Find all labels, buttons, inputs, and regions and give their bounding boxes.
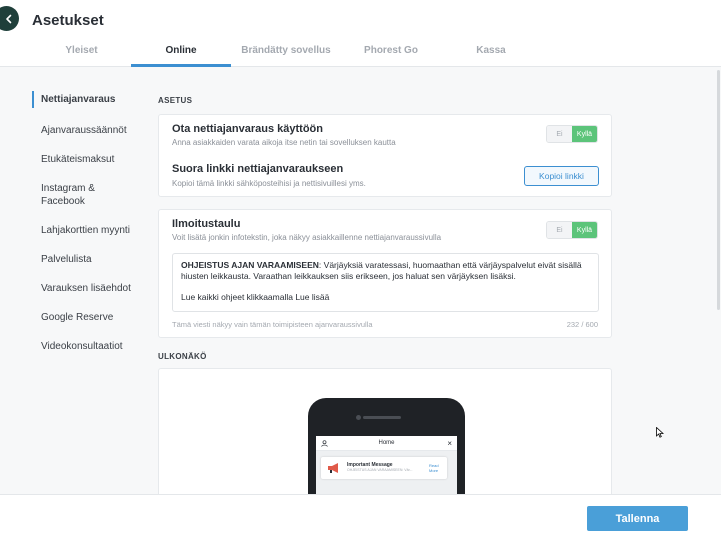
notice-board-subtitle: Voit lisätä jonkin infotekstin, joka näk… (172, 233, 442, 242)
sidebar-item-video-consultations[interactable]: Videokonsultaatiot (32, 340, 147, 353)
notice-text-bold: OHJEISTUS AJAN VARAAMISEEN (181, 260, 319, 270)
notice-board-title: Ilmoitustaulu (172, 218, 241, 230)
tab-online[interactable]: Online (131, 38, 231, 67)
character-counter: 232 / 600 (566, 320, 598, 329)
phone-message-card: Important Message OHJEISTUS AJAN VARAAMI… (321, 457, 447, 479)
direct-link-title: Suora linkki nettiajanvaraukseen (172, 163, 344, 175)
page-scrollbar[interactable] (717, 70, 720, 310)
back-button[interactable] (0, 6, 19, 31)
sidebar-item-online-booking[interactable]: Nettiajanvaraus (32, 91, 147, 108)
phone-read-more: Read More (429, 463, 439, 473)
footer: Tallenna (0, 494, 721, 537)
sidebar-item-google-reserve[interactable]: Google Reserve (32, 311, 147, 324)
online-booking-title: Ota nettiajanvaraus käyttöön (172, 123, 323, 135)
section-label-appearance: ULKONÄKÖ (158, 352, 207, 361)
megaphone-icon (328, 463, 338, 473)
sidebar-item-booking-terms[interactable]: Varauksen lisäehdot (32, 282, 147, 295)
toggle-off-option[interactable]: Ei (547, 222, 572, 238)
section-label-settings: ASETUS (158, 96, 193, 105)
tab-bar: Yleiset Online Brändätty sovellus Phores… (32, 38, 541, 67)
chevron-left-icon (5, 14, 11, 23)
sidebar-item-booking-rules[interactable]: Ajanvaraussäännöt (32, 124, 147, 137)
tab-phorest-go[interactable]: Phorest Go (341, 38, 441, 67)
appearance-preview-card: Home × Important Message OHJEISTUS AJAN … (158, 368, 612, 508)
sidebar-item-gift-cards[interactable]: Lahjakorttien myynti (32, 224, 147, 237)
sidebar: Nettiajanvaraus Ajanvaraussäännöt Etukät… (32, 91, 147, 353)
toggle-on-option[interactable]: Kyllä (572, 222, 597, 238)
phone-header: Home × (316, 436, 457, 451)
online-booking-subtitle: Anna asiakkaiden varata aikoja itse neti… (172, 138, 396, 147)
settings-card: Ota nettiajanvaraus käyttöön Anna asiakk… (158, 114, 612, 197)
close-icon: × (447, 439, 452, 448)
notice-hint: Tämä viesti näkyy vain tämän toimipistee… (172, 320, 373, 329)
notice-board-toggle[interactable]: Ei Kyllä (546, 221, 598, 239)
notice-text-line2: Lue kaikki ohjeet klikkaamalla Lue lisää (181, 292, 330, 302)
sidebar-item-prepayments[interactable]: Etukäteismaksut (32, 153, 147, 166)
sidebar-item-service-list[interactable]: Palvelulista (32, 253, 147, 266)
tab-kassa[interactable]: Kassa (441, 38, 541, 67)
tab-yleiset[interactable]: Yleiset (32, 38, 131, 67)
copy-link-button[interactable]: Kopioi linkki (524, 166, 599, 186)
page-title: Asetukset (32, 12, 104, 29)
notice-text-line1: OHJEISTUS AJAN VARAAMISEEN: Värjäyksiä v… (181, 260, 590, 282)
save-button[interactable]: Tallenna (587, 506, 688, 531)
notice-board-card: Ilmoitustaulu Voit lisätä jonkin infotek… (158, 209, 612, 338)
speaker-icon (363, 416, 401, 419)
mouse-cursor-icon (656, 427, 664, 438)
notice-text-area[interactable]: OHJEISTUS AJAN VARAAMISEEN: Värjäyksiä v… (172, 253, 599, 312)
phone-preview: Home × Important Message OHJEISTUS AJAN … (308, 398, 465, 507)
sidebar-item-instagram-facebook[interactable]: Instagram & Facebook (32, 182, 112, 208)
direct-link-subtitle: Kopioi tämä linkki sähköposteihisi ja ne… (172, 179, 366, 188)
toggle-on-option[interactable]: Kyllä (572, 126, 597, 142)
user-icon (321, 440, 328, 447)
camera-icon (356, 415, 361, 420)
toggle-off-option[interactable]: Ei (547, 126, 572, 142)
phone-title: Home (378, 440, 395, 446)
phone-message-sub: OHJEISTUS AJAN VARAAMISEEN: Vär... (347, 468, 413, 472)
online-booking-toggle[interactable]: Ei Kyllä (546, 125, 598, 143)
header: Asetukset Yleiset Online Brändätty sovel… (0, 0, 721, 67)
tab-branded-app[interactable]: Brändätty sovellus (231, 38, 341, 67)
